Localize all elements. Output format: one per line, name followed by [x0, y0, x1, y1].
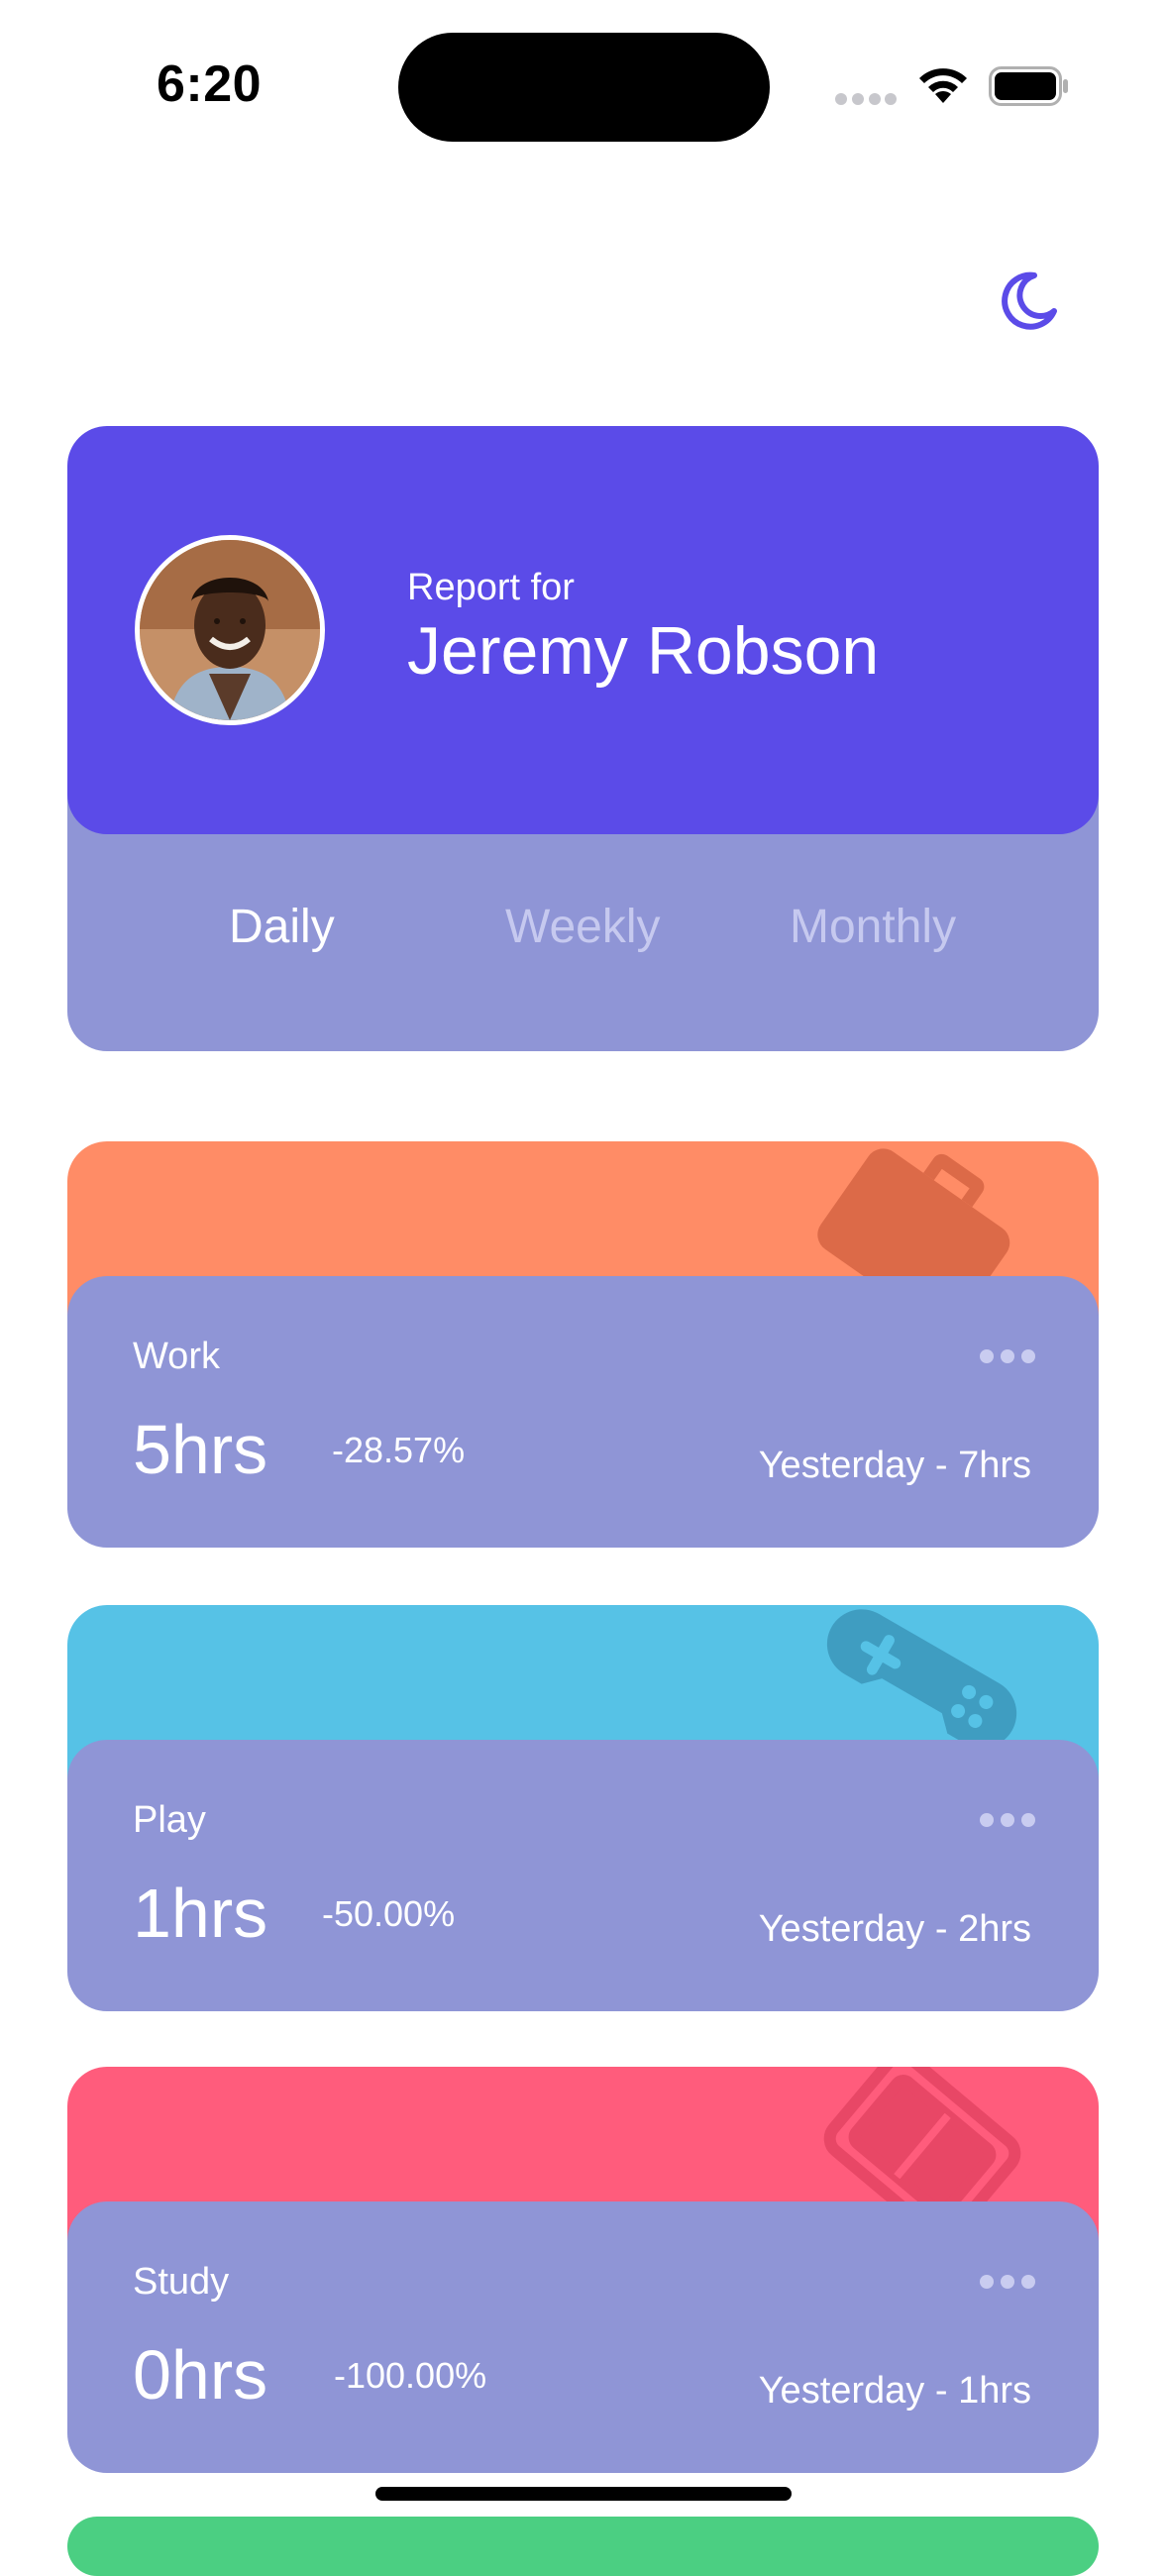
work-label: Work	[133, 1336, 220, 1377]
tab-monthly[interactable]: Monthly	[790, 900, 956, 954]
play-change: -50.00%	[322, 1893, 456, 1934]
study-card[interactable]: Study 0hrs -100.00% Yesterday - 1hrs	[67, 2201, 1099, 2473]
moon-icon[interactable]	[995, 268, 1060, 333]
exercise-card-header	[67, 2517, 1099, 2576]
study-hours: 0hrs	[133, 2336, 268, 2414]
home-indicator[interactable]	[375, 2487, 792, 2501]
work-card[interactable]: Work 5hrs -28.57% Yesterday - 7hrs	[67, 1276, 1099, 1548]
play-hours: 1hrs	[133, 1875, 268, 1952]
study-previous: Yesterday - 1hrs	[758, 2370, 1031, 2412]
status-time: 6:20	[157, 55, 263, 113]
cellular-signal-icon	[835, 93, 897, 105]
work-previous: Yesterday - 7hrs	[758, 1445, 1031, 1486]
tab-daily[interactable]: Daily	[229, 900, 335, 954]
study-label: Study	[133, 2261, 230, 2303]
battery-icon	[989, 66, 1068, 106]
gamepad-icon	[826, 1609, 1017, 1749]
more-options-icon[interactable]	[980, 1349, 1035, 1365]
user-name: Jeremy Robson	[407, 613, 880, 689]
play-card[interactable]: Play 1hrs -50.00% Yesterday - 2hrs	[67, 1740, 1099, 2011]
report-for-label: Report for	[407, 567, 575, 608]
play-label: Play	[133, 1799, 206, 1841]
dynamic-island	[398, 33, 770, 142]
avatar	[135, 535, 325, 725]
more-options-icon[interactable]	[980, 1813, 1035, 1829]
play-previous: Yesterday - 2hrs	[758, 1908, 1031, 1950]
work-change: -28.57%	[332, 1430, 466, 1470]
briefcase-icon	[817, 1148, 1010, 1290]
wifi-icon	[919, 68, 967, 103]
work-hours: 5hrs	[133, 1411, 268, 1488]
study-change: -100.00%	[334, 2355, 487, 2396]
book-icon	[823, 2067, 1021, 2215]
more-options-icon[interactable]	[980, 2275, 1035, 2291]
tab-weekly[interactable]: Weekly	[505, 900, 661, 954]
